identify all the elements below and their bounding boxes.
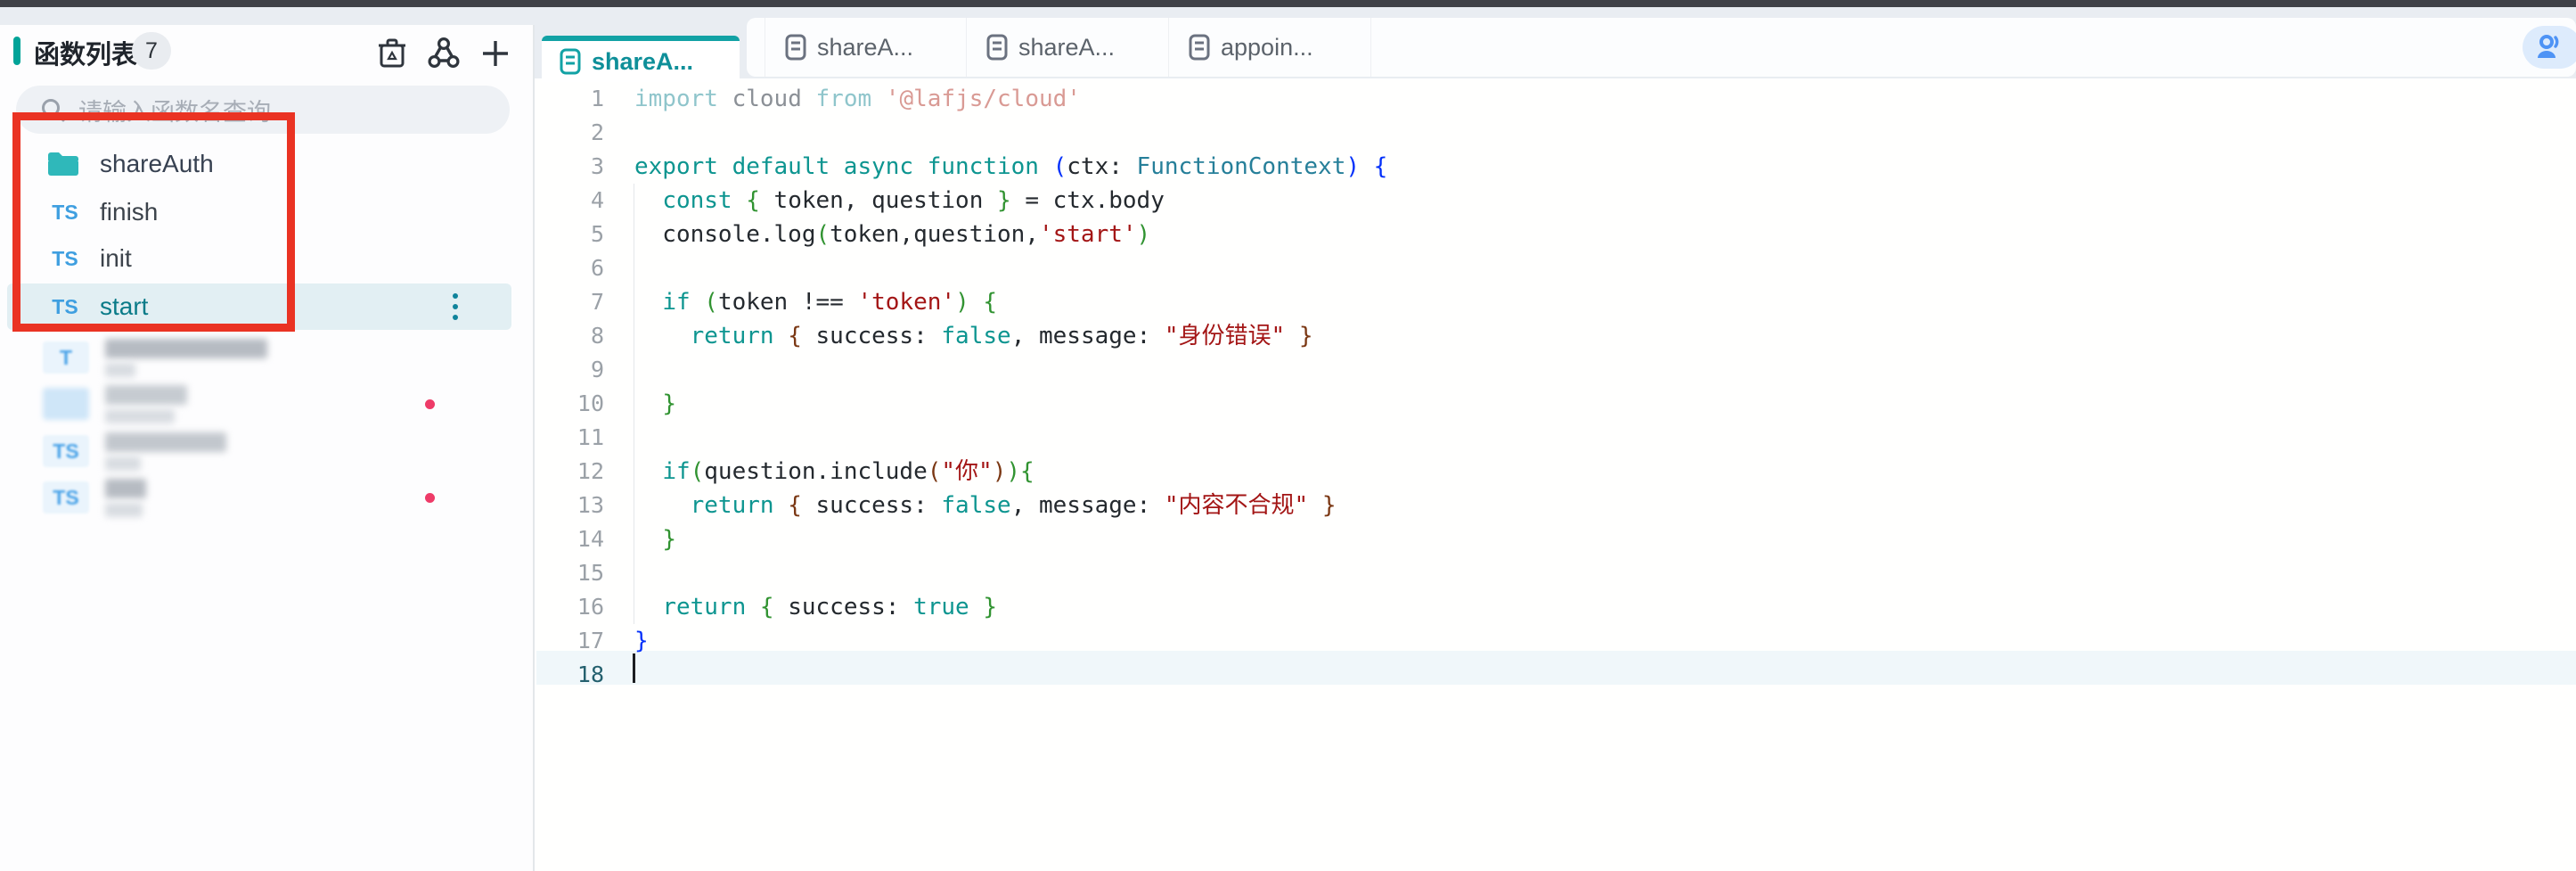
function-item-finish[interactable]: TS finish xyxy=(7,189,511,235)
function-name: finish xyxy=(100,198,158,226)
typescript-icon: TS xyxy=(45,247,86,271)
code-line[interactable] xyxy=(634,556,1387,590)
tab-label: shareA... xyxy=(1018,34,1115,62)
code-line[interactable] xyxy=(634,251,1387,285)
code-line[interactable] xyxy=(634,421,1387,455)
code-line[interactable] xyxy=(634,658,1387,692)
code-line[interactable]: const { token, question } = ctx.body xyxy=(634,184,1387,218)
file-icon xyxy=(560,48,581,75)
line-number: 13 xyxy=(536,489,604,522)
user-button[interactable] xyxy=(2523,26,2576,69)
panel-title: 函数列表 xyxy=(34,34,137,71)
file-icon xyxy=(986,34,1008,61)
typescript-icon: TS xyxy=(45,295,86,319)
search-placeholder: 请输入函数名查询 xyxy=(78,93,271,127)
line-number: 1 xyxy=(536,82,604,116)
code-line[interactable]: } xyxy=(634,387,1387,421)
line-number: 12 xyxy=(536,455,604,489)
function-name: init xyxy=(100,244,132,273)
text-cursor xyxy=(633,653,635,683)
line-number: 9 xyxy=(536,353,604,387)
status-dot xyxy=(425,399,435,409)
line-number: 8 xyxy=(536,319,604,353)
tab-shareauth-2[interactable]: shareA... xyxy=(765,18,967,77)
folder-shareauth[interactable]: shareAuth xyxy=(7,141,511,187)
line-number: 2 xyxy=(536,116,604,150)
file-icon xyxy=(1189,34,1210,61)
dependency-icon[interactable] xyxy=(426,36,462,71)
line-number-gutter: 123456789101112131415161718 xyxy=(536,82,604,692)
search-icon xyxy=(39,96,66,123)
file-icon xyxy=(785,34,806,61)
code-line[interactable] xyxy=(634,353,1387,387)
line-number: 15 xyxy=(536,556,604,590)
typescript-icon: TS xyxy=(43,481,89,514)
line-number: 3 xyxy=(536,150,604,184)
add-function-icon[interactable] xyxy=(478,36,513,71)
code-line[interactable]: return { success: true } xyxy=(634,590,1387,624)
typescript-icon: TS xyxy=(45,201,86,225)
line-number: 10 xyxy=(536,387,604,421)
redacted-label xyxy=(105,479,146,517)
panel-accent-bar xyxy=(13,37,20,65)
status-dot xyxy=(425,493,435,503)
code-line[interactable]: } xyxy=(634,624,1387,658)
code-line[interactable]: export default async function (ctx: Func… xyxy=(634,150,1387,184)
typescript-icon: TS xyxy=(43,435,89,467)
function-item-start-selected[interactable]: TS start xyxy=(7,283,511,330)
search-input[interactable]: 请输入函数名查询 xyxy=(16,86,510,134)
function-item-redacted[interactable]: T xyxy=(7,334,511,381)
redacted-label xyxy=(105,385,187,423)
code-line[interactable]: if(question.include("你")){ xyxy=(634,455,1387,489)
folder-icon xyxy=(46,151,80,177)
typescript-icon xyxy=(43,388,89,420)
line-number: 6 xyxy=(536,251,604,285)
function-name: start xyxy=(100,292,148,321)
tab-label: shareA... xyxy=(592,48,693,76)
function-item-init[interactable]: TS init xyxy=(7,235,511,282)
line-number: 11 xyxy=(536,421,604,455)
trash-icon[interactable] xyxy=(374,36,410,71)
code-line[interactable]: if (token !== 'token') { xyxy=(634,285,1387,319)
tab-label: appoin... xyxy=(1221,34,1313,62)
code-line[interactable]: return { success: false, message: "内容不合规… xyxy=(634,489,1387,522)
kebab-menu-icon[interactable] xyxy=(453,293,458,320)
function-count-badge: 7 xyxy=(132,32,171,70)
user-icon xyxy=(2533,32,2564,62)
line-number: 4 xyxy=(536,184,604,218)
line-number: 7 xyxy=(536,285,604,319)
code-line[interactable]: console.log(token,question,'start') xyxy=(634,218,1387,251)
line-number: 17 xyxy=(536,624,604,658)
function-item-redacted[interactable]: TS xyxy=(7,474,511,521)
function-item-redacted[interactable] xyxy=(7,381,511,427)
code-line[interactable]: } xyxy=(634,522,1387,556)
code-line[interactable]: return { success: false, message: "身份错误"… xyxy=(634,319,1387,353)
tab-shareauth-3[interactable]: shareA... xyxy=(967,18,1169,77)
tab-shareauth-active[interactable]: shareA... xyxy=(542,36,740,82)
line-number: 16 xyxy=(536,590,604,624)
line-number: 14 xyxy=(536,522,604,556)
function-item-redacted[interactable]: TS xyxy=(7,428,511,474)
line-number: 18 xyxy=(536,658,604,692)
tab-label: shareA... xyxy=(817,34,913,62)
code-line[interactable] xyxy=(634,116,1387,150)
line-number: 5 xyxy=(536,218,604,251)
window-top-strip xyxy=(0,0,2576,7)
folder-name: shareAuth xyxy=(100,150,214,178)
typescript-icon: T xyxy=(43,341,89,374)
code-content[interactable]: import cloud from '@lafjs/cloud' export d… xyxy=(634,82,1387,692)
tab-strip: shareA... shareA... appoin... xyxy=(747,18,2576,77)
redacted-label xyxy=(105,339,267,377)
code-line[interactable]: import cloud from '@lafjs/cloud' xyxy=(634,82,1387,116)
redacted-label xyxy=(105,432,226,471)
tab-appoint[interactable]: appoin... xyxy=(1169,18,1371,77)
